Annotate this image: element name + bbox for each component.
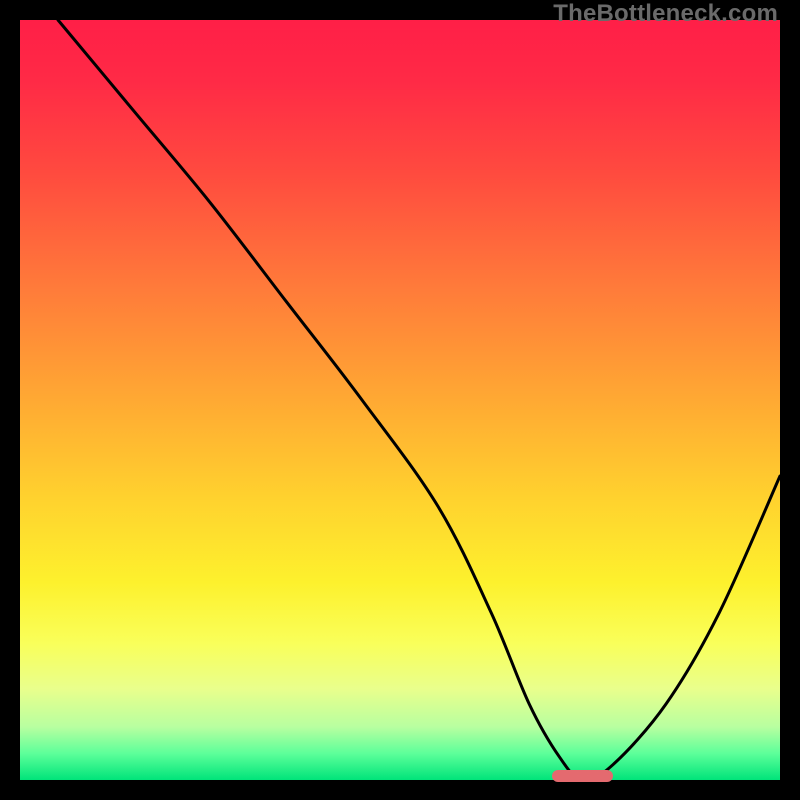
bottleneck-curve: [20, 20, 780, 780]
sweet-spot-marker: [552, 770, 613, 782]
